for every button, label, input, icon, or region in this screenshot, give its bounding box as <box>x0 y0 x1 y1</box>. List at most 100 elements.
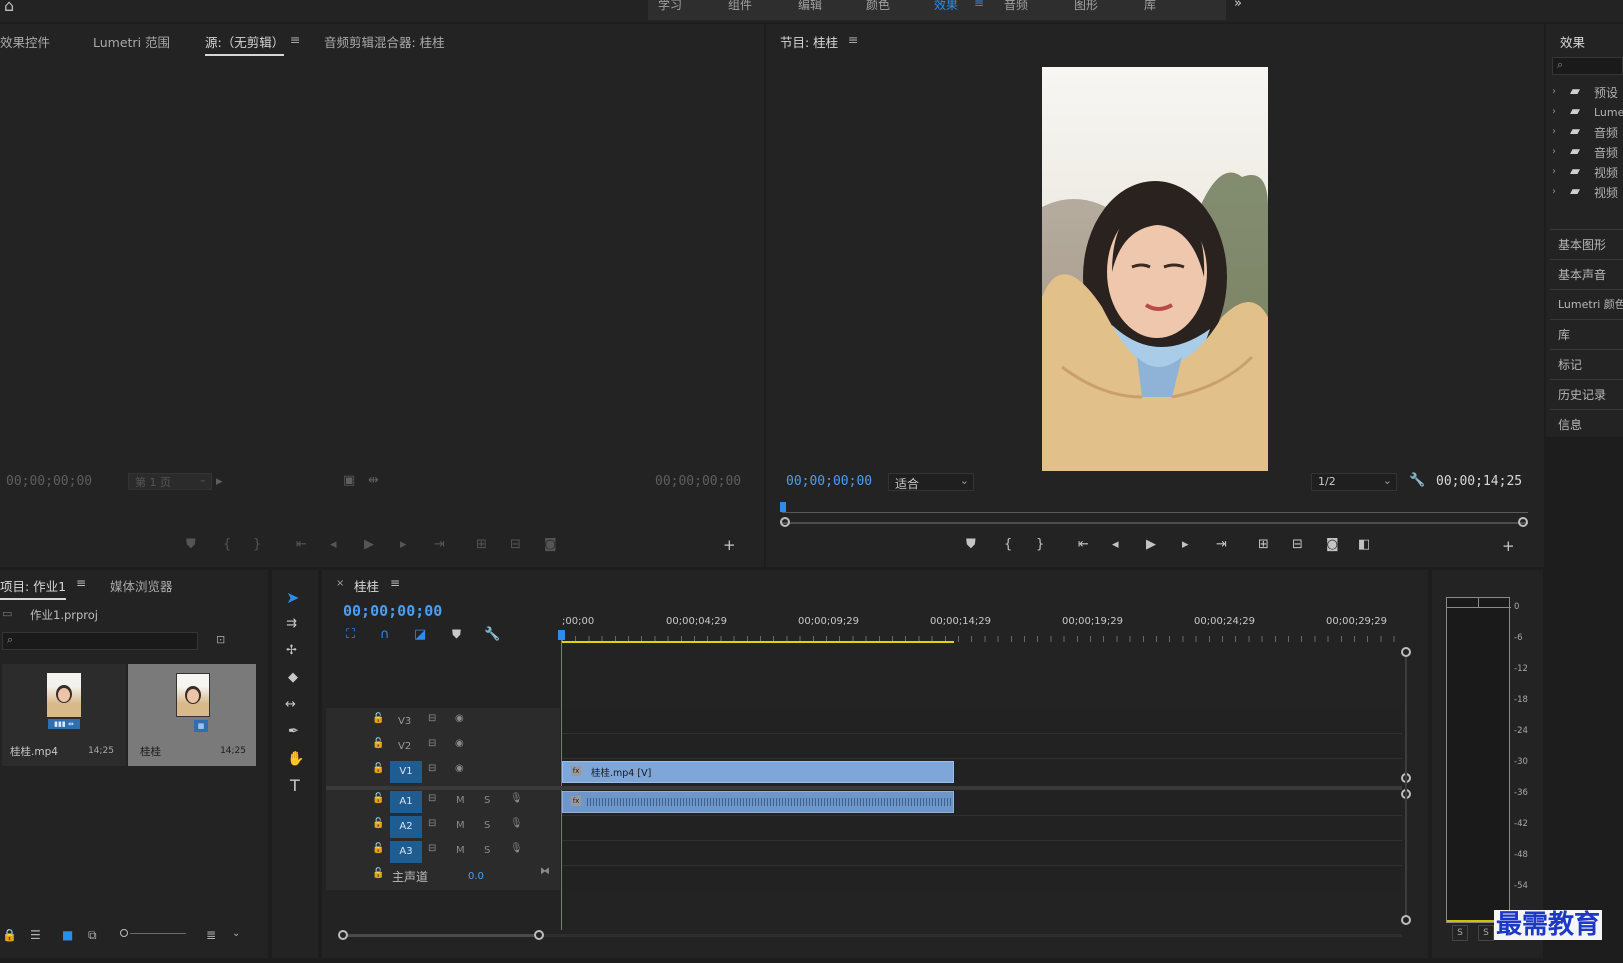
expand-chevron-icon[interactable]: › <box>1552 106 1556 117</box>
play-arrow-icon[interactable]: ▸ <box>216 474 223 489</box>
fit-select[interactable]: 适合 ⌄ <box>888 473 974 491</box>
solo-button[interactable]: S <box>484 795 490 806</box>
effects-item-lumetri[interactable]: Lume <box>1594 106 1623 119</box>
source-page-select[interactable]: 第 1 页 ⌄ <box>128 473 212 490</box>
track-label-a2[interactable]: A2 <box>390 816 422 838</box>
vertical-zoom-handle[interactable] <box>1401 647 1411 657</box>
marker-icon[interactable]: ⛊ <box>186 537 196 552</box>
solo-button[interactable]: S <box>484 820 490 831</box>
step-back-icon[interactable]: ◂ <box>1112 537 1119 552</box>
slip-tool-icon[interactable]: ↔ <box>285 697 296 712</box>
zoom-handle-right[interactable] <box>1518 517 1528 527</box>
project-item-clip[interactable]: ▮▮▮ ⇹ 桂桂.mp4 14;25 <box>2 664 126 766</box>
tab-media-browser[interactable]: 媒体浏览器 <box>110 576 173 595</box>
horizontal-scrollbar[interactable] <box>348 934 534 937</box>
track-select-tool-icon[interactable]: ⇉ <box>286 616 297 631</box>
track-label-v3[interactable]: V3 <box>398 716 411 727</box>
eye-icon[interactable]: ◉ <box>455 738 464 749</box>
go-to-end-icon[interactable]: ⧓ <box>540 866 550 877</box>
extract-icon[interactable]: ⊟ <box>1292 537 1303 552</box>
program-menu-icon[interactable]: ≡ <box>848 32 858 47</box>
tab-lumetri-scopes[interactable]: Lumetri 范围 <box>93 32 170 51</box>
meter-solo-button-left[interactable]: S <box>1452 925 1468 941</box>
go-to-in-icon[interactable]: ⇤ <box>296 537 307 552</box>
panel-link-essential-graphics[interactable]: 基本图形 <box>1558 236 1606 253</box>
source-timecode-in[interactable]: 00;00;00;00 <box>6 474 92 489</box>
track-label-a1[interactable]: A1 <box>390 791 422 813</box>
vertical-scrollbar[interactable] <box>1405 657 1407 915</box>
track-label-v2[interactable]: V2 <box>398 741 411 752</box>
effects-item-presets[interactable]: 预设 <box>1594 84 1618 101</box>
tab-audio-clip-mixer[interactable]: 音频剪辑混合器: 桂桂 <box>324 32 445 51</box>
lock-icon[interactable]: 🔒 <box>2 928 17 942</box>
hand-tool-icon[interactable]: ✋ <box>287 751 304 767</box>
horizontal-zoom-handle[interactable] <box>338 930 348 940</box>
eye-icon[interactable]: ◉ <box>455 713 464 724</box>
mark-out-icon[interactable]: } <box>253 537 261 552</box>
playhead-head[interactable] <box>558 630 565 640</box>
expand-chevron-icon[interactable]: › <box>1552 186 1556 197</box>
effects-item-audio-effects[interactable]: 音频 <box>1594 124 1618 141</box>
workspace-tab-color[interactable]: 颜色 <box>866 0 890 13</box>
source-panel-menu-icon[interactable]: ≡ <box>290 32 300 47</box>
selection-tool-icon[interactable]: ➤ <box>286 588 299 607</box>
tab-source[interactable]: 源:（无剪辑） <box>205 32 285 56</box>
project-search-input[interactable]: ⌕ <box>2 632 198 650</box>
eye-icon[interactable]: ◉ <box>455 763 464 774</box>
ripple-edit-tool-icon[interactable]: ✢ <box>286 643 297 658</box>
more-workspaces-icon[interactable]: » <box>1234 0 1242 11</box>
lock-icon[interactable]: 🔓 <box>372 763 384 774</box>
camera-icon[interactable]: ◙ <box>1326 537 1339 552</box>
effects-title[interactable]: 效果 <box>1560 32 1585 51</box>
timeline-menu-icon[interactable]: ≡ <box>390 576 400 590</box>
nest-sequence-icon[interactable]: ⛶ <box>346 627 355 642</box>
effects-item-video-effects[interactable]: 视频 <box>1594 164 1618 181</box>
zoom-slider-handle[interactable] <box>120 929 128 937</box>
project-menu-icon[interactable]: ≡ <box>76 576 86 590</box>
play-icon[interactable]: ▶ <box>364 537 374 552</box>
panel-link-markers[interactable]: 标记 <box>1558 356 1582 373</box>
zoom-handle-left[interactable] <box>780 517 790 527</box>
step-forward-icon[interactable]: ▸ <box>1182 537 1189 552</box>
mark-out-icon[interactable]: } <box>1036 537 1044 552</box>
lock-icon[interactable]: 🔓 <box>372 818 384 829</box>
workspace-tab-effects[interactable]: 效果 <box>934 0 958 13</box>
home-icon[interactable]: ⌂ <box>4 0 14 15</box>
workspace-tab-assembly[interactable]: 组件 <box>728 0 752 13</box>
vertical-zoom-handle[interactable] <box>1401 915 1411 925</box>
type-tool-icon[interactable]: T <box>290 776 300 795</box>
tab-project[interactable]: 项目: 作业1 <box>0 576 67 600</box>
expand-chevron-icon[interactable]: › <box>1552 126 1556 137</box>
panel-link-history[interactable]: 历史记录 <box>1558 386 1606 403</box>
effects-item-audio-transitions[interactable]: 音频 <box>1594 144 1618 161</box>
lock-icon[interactable]: 🔓 <box>372 713 384 724</box>
trim-icon[interactable]: ⇹ <box>368 473 379 488</box>
program-mini-ruler[interactable] <box>782 505 1528 513</box>
camera-icon[interactable]: ◙ <box>544 537 557 552</box>
program-timecode[interactable]: 00;00;00;00 <box>786 474 872 489</box>
mark-in-icon[interactable]: { <box>1004 537 1012 552</box>
source-timecode-out[interactable]: 00;00;00;00 <box>655 474 741 489</box>
lock-icon[interactable]: 🔓 <box>372 738 384 749</box>
expand-chevron-icon[interactable]: › <box>1552 146 1556 157</box>
linked-selection-icon[interactable]: ◪ <box>414 627 426 642</box>
zoom-slider-track[interactable] <box>130 933 186 934</box>
export-frame-icon[interactable]: ▣ <box>343 473 355 488</box>
mark-in-icon[interactable]: { <box>223 537 231 552</box>
mute-button[interactable]: M <box>456 795 465 806</box>
effects-item-video-transitions[interactable]: 视频 <box>1594 184 1618 201</box>
sort-icon[interactable]: ≣ <box>206 928 216 942</box>
go-to-in-icon[interactable]: ⇤ <box>1078 537 1089 552</box>
master-volume-value[interactable]: 0.0 <box>468 871 484 882</box>
wrench-icon[interactable]: 🔧 <box>1409 473 1425 488</box>
step-forward-icon[interactable]: ▸ <box>400 537 407 552</box>
sync-lock-icon[interactable]: ⊟ <box>428 818 436 829</box>
insert-icon[interactable]: ⊞ <box>476 537 487 552</box>
panel-link-info[interactable]: 信息 <box>1558 416 1582 433</box>
marker-icon[interactable]: ⛊ <box>966 537 976 552</box>
workspace-tab-audio[interactable]: 音频 <box>1004 0 1028 13</box>
new-bin-icon[interactable]: ⊡ <box>216 633 225 646</box>
list-view-icon[interactable]: ☰ <box>30 928 41 942</box>
microphone-icon[interactable]: 🎙 <box>510 843 523 854</box>
timeline-tab[interactable]: 桂桂 <box>354 576 379 595</box>
